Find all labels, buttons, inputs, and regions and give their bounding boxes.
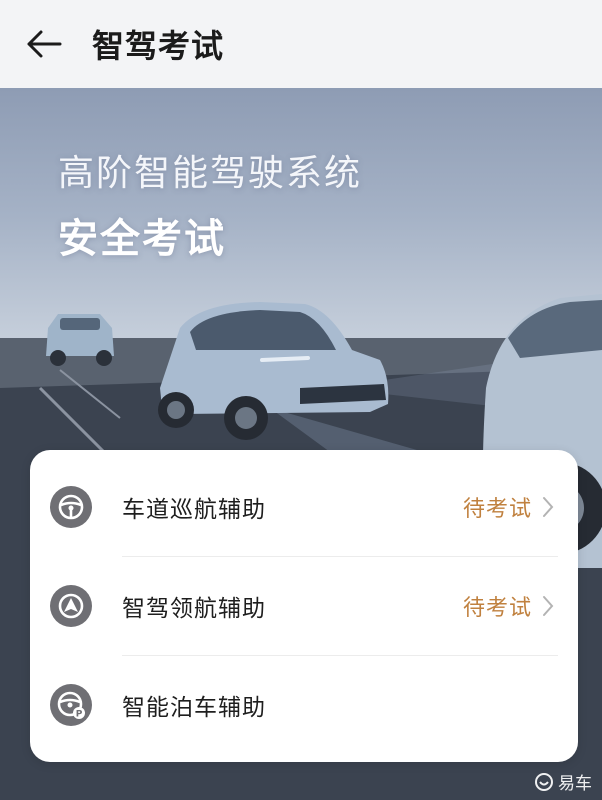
chevron-right-icon xyxy=(542,594,556,618)
parking-wheel-icon: P xyxy=(50,684,92,726)
yiche-logo-icon xyxy=(535,772,553,791)
exam-item-label: 智驾领航辅助 xyxy=(122,596,266,622)
arrow-left-icon xyxy=(27,30,62,58)
chevron-right-icon xyxy=(542,495,556,519)
back-button[interactable] xyxy=(18,18,70,70)
exam-item-lane-cruise-assist[interactable]: 车道巡航辅助 待考试 xyxy=(30,458,578,556)
exam-item-parking-assist[interactable]: P 智能泊车辅助 xyxy=(30,656,578,754)
navigation-arrow-icon xyxy=(50,585,92,627)
hero-subtitle: 高阶智能驾驶系统 xyxy=(58,153,363,194)
exam-item-navigation-assist[interactable]: 智驾领航辅助 待考试 xyxy=(30,557,578,655)
watermark: 易车 xyxy=(534,769,592,794)
hero-title: 安全考试 xyxy=(58,216,226,262)
exam-list-card: 车道巡航辅助 待考试 智驾领航辅助 待考试 P 智能泊车辅助 xyxy=(30,450,578,762)
svg-text:P: P xyxy=(76,710,83,720)
exam-item-label: 智能泊车辅助 xyxy=(122,695,266,721)
top-app-bar: 智驾考试 xyxy=(0,0,602,88)
watermark-text: 易车 xyxy=(558,774,592,794)
exam-status-badge: 待考试 xyxy=(462,596,532,621)
steering-wheel-icon xyxy=(50,486,92,528)
exam-item-label: 车道巡航辅助 xyxy=(122,497,266,523)
page-title: 智驾考试 xyxy=(92,27,225,65)
exam-status-badge: 待考试 xyxy=(462,497,532,522)
